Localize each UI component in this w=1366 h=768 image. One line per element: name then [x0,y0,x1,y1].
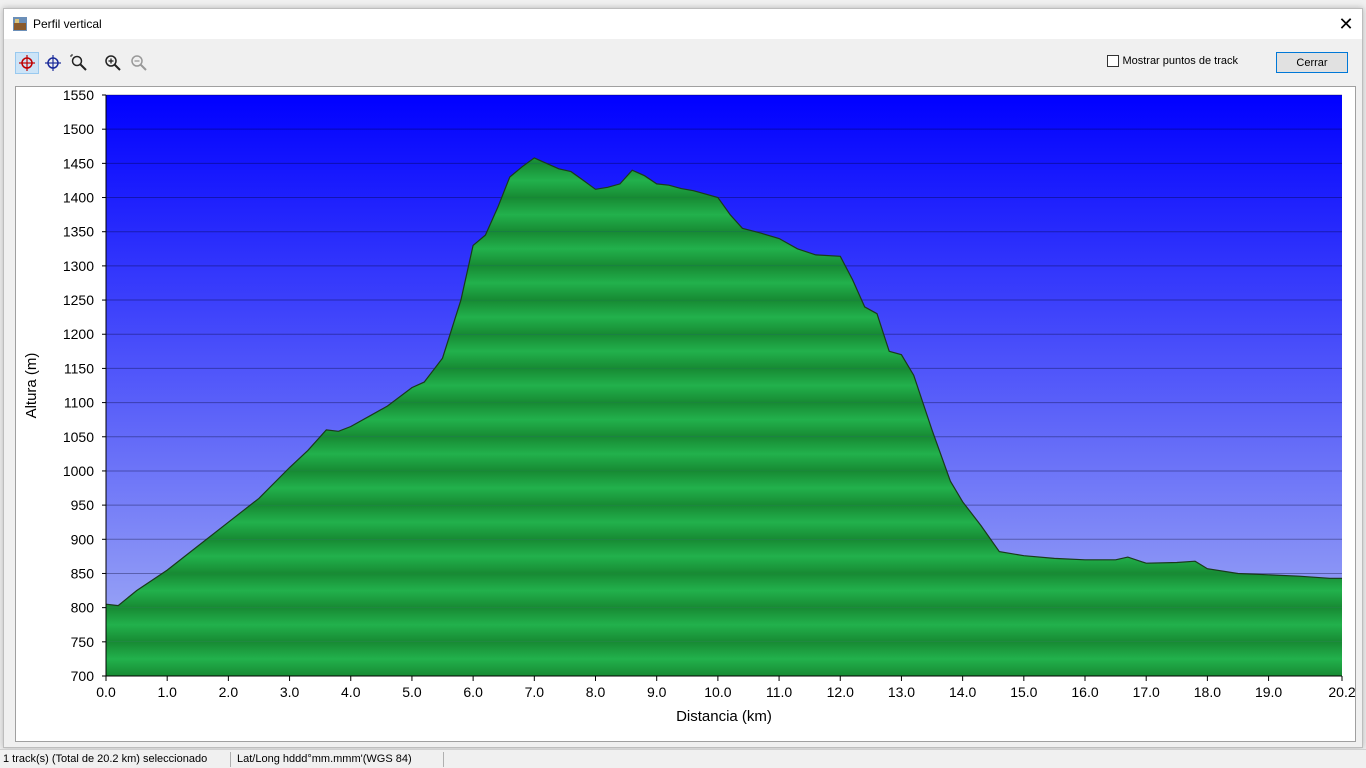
elevation-chart[interactable]: 1550 1500 1450 1400 1350 1300 1250 1200 1150 1100… [16,87,1356,741]
y-tick-label: 1100 [64,395,94,411]
y-tick-label: 1350 [63,224,94,240]
x-tick-label: 20.2 [1328,684,1355,700]
x-tick-label: 3.0 [280,684,300,700]
elevation-band [106,641,1342,676]
toolbar: Mostrar puntos de track Cerrar [4,39,1362,87]
y-tick-label: 1250 [63,292,94,308]
elevation-band [106,573,1342,608]
crosshair-tool[interactable] [41,52,65,74]
x-tick-label: 4.0 [341,684,361,700]
close-button[interactable]: Cerrar [1276,52,1348,73]
y-tick-label: 1050 [63,429,94,445]
x-tick-label: 5.0 [402,684,422,700]
crosshair-icon [45,55,61,71]
y-tick-label: 950 [71,497,95,513]
selection-status: 1 track(s) (Total de 20.2 km) selecciona… [3,753,208,765]
y-tick-label: 1400 [63,190,94,206]
y-tick-label: 1150 [64,360,94,376]
zoom-in-tool[interactable] [101,52,125,74]
show-track-points-toggle[interactable]: Mostrar puntos de track [1107,55,1238,67]
y-tick-label: 1200 [63,326,94,342]
y-tick-label: 700 [71,668,95,684]
status-divider [443,752,444,767]
window-title: Perfil vertical [33,17,102,31]
zoom-in-icon [105,55,121,71]
status-bar: 1 track(s) (Total de 20.2 km) selecciona… [0,749,1366,768]
x-tick-label: 0.0 [96,684,116,700]
x-tick-label: 11.0 [766,684,792,700]
x-tick-label: 13.0 [888,684,915,700]
app-map-icon [13,17,27,31]
x-tick-label: 6.0 [463,684,483,700]
x-axis: 0.0 1.0 2.0 3.0 4.0 5.0 6.0 7.0 8.0 9.0 10.0 11.0 12… [96,675,1356,700]
y-tick-label: 750 [71,634,95,650]
show-track-points-checkbox[interactable] [1107,55,1120,67]
x-tick-label: 19.0 [1255,684,1282,700]
y-tick-label: 1300 [63,258,94,274]
status-divider [230,752,231,767]
show-track-points-label: Mostrar puntos de track [1122,55,1238,67]
x-tick-label: 18.0 [1194,684,1221,700]
x-tick-label: 16.0 [1071,684,1098,700]
y-tick-label: 1450 [63,155,94,171]
x-tick-label: 15.0 [1010,684,1037,700]
x-tick-label: 1.0 [157,684,177,700]
title-bar: Perfil vertical ✕ [4,9,1362,39]
zoom-area-tool[interactable] [67,52,91,74]
x-tick-label: 10.0 [704,684,731,700]
x-tick-label: 8.0 [586,684,606,700]
x-tick-label: 2.0 [219,684,239,700]
y-axis-title: Altura (m) [23,353,40,419]
profile-dialog: Perfil vertical ✕ Mostrar puntos de trac… [3,8,1363,748]
x-tick-label: 12.0 [827,684,854,700]
y-tick-label: 1000 [63,463,94,479]
select-crosshair-tool[interactable] [15,52,39,74]
x-tick-label: 14.0 [949,684,976,700]
x-tick-label: 17.0 [1133,684,1160,700]
x-tick-label: 7.0 [525,684,545,700]
close-icon[interactable]: ✕ [1330,9,1362,39]
elevation-chart-panel: 1550 1500 1450 1400 1350 1300 1250 1200 1150 1100… [15,86,1356,742]
coordinate-format-status: Lat/Long hddd°mm.mmm'(WGS 84) [237,753,412,765]
y-axis: 1550 1500 1450 1400 1350 1300 1250 1200 1150 1100… [63,87,107,684]
y-tick-label: 800 [71,600,95,616]
y-tick-label: 1500 [63,121,94,137]
y-tick-label: 1550 [63,87,94,103]
elevation-band [106,607,1342,642]
x-tick-label: 9.0 [647,684,667,700]
y-tick-label: 900 [71,531,95,547]
zoom-out-icon [131,55,147,71]
y-tick-label: 850 [71,565,95,581]
zoom-out-tool[interactable] [127,52,151,74]
select-crosshair-icon [19,55,35,71]
zoom-area-icon [70,54,87,71]
x-axis-title: Distancia (km) [676,708,772,725]
